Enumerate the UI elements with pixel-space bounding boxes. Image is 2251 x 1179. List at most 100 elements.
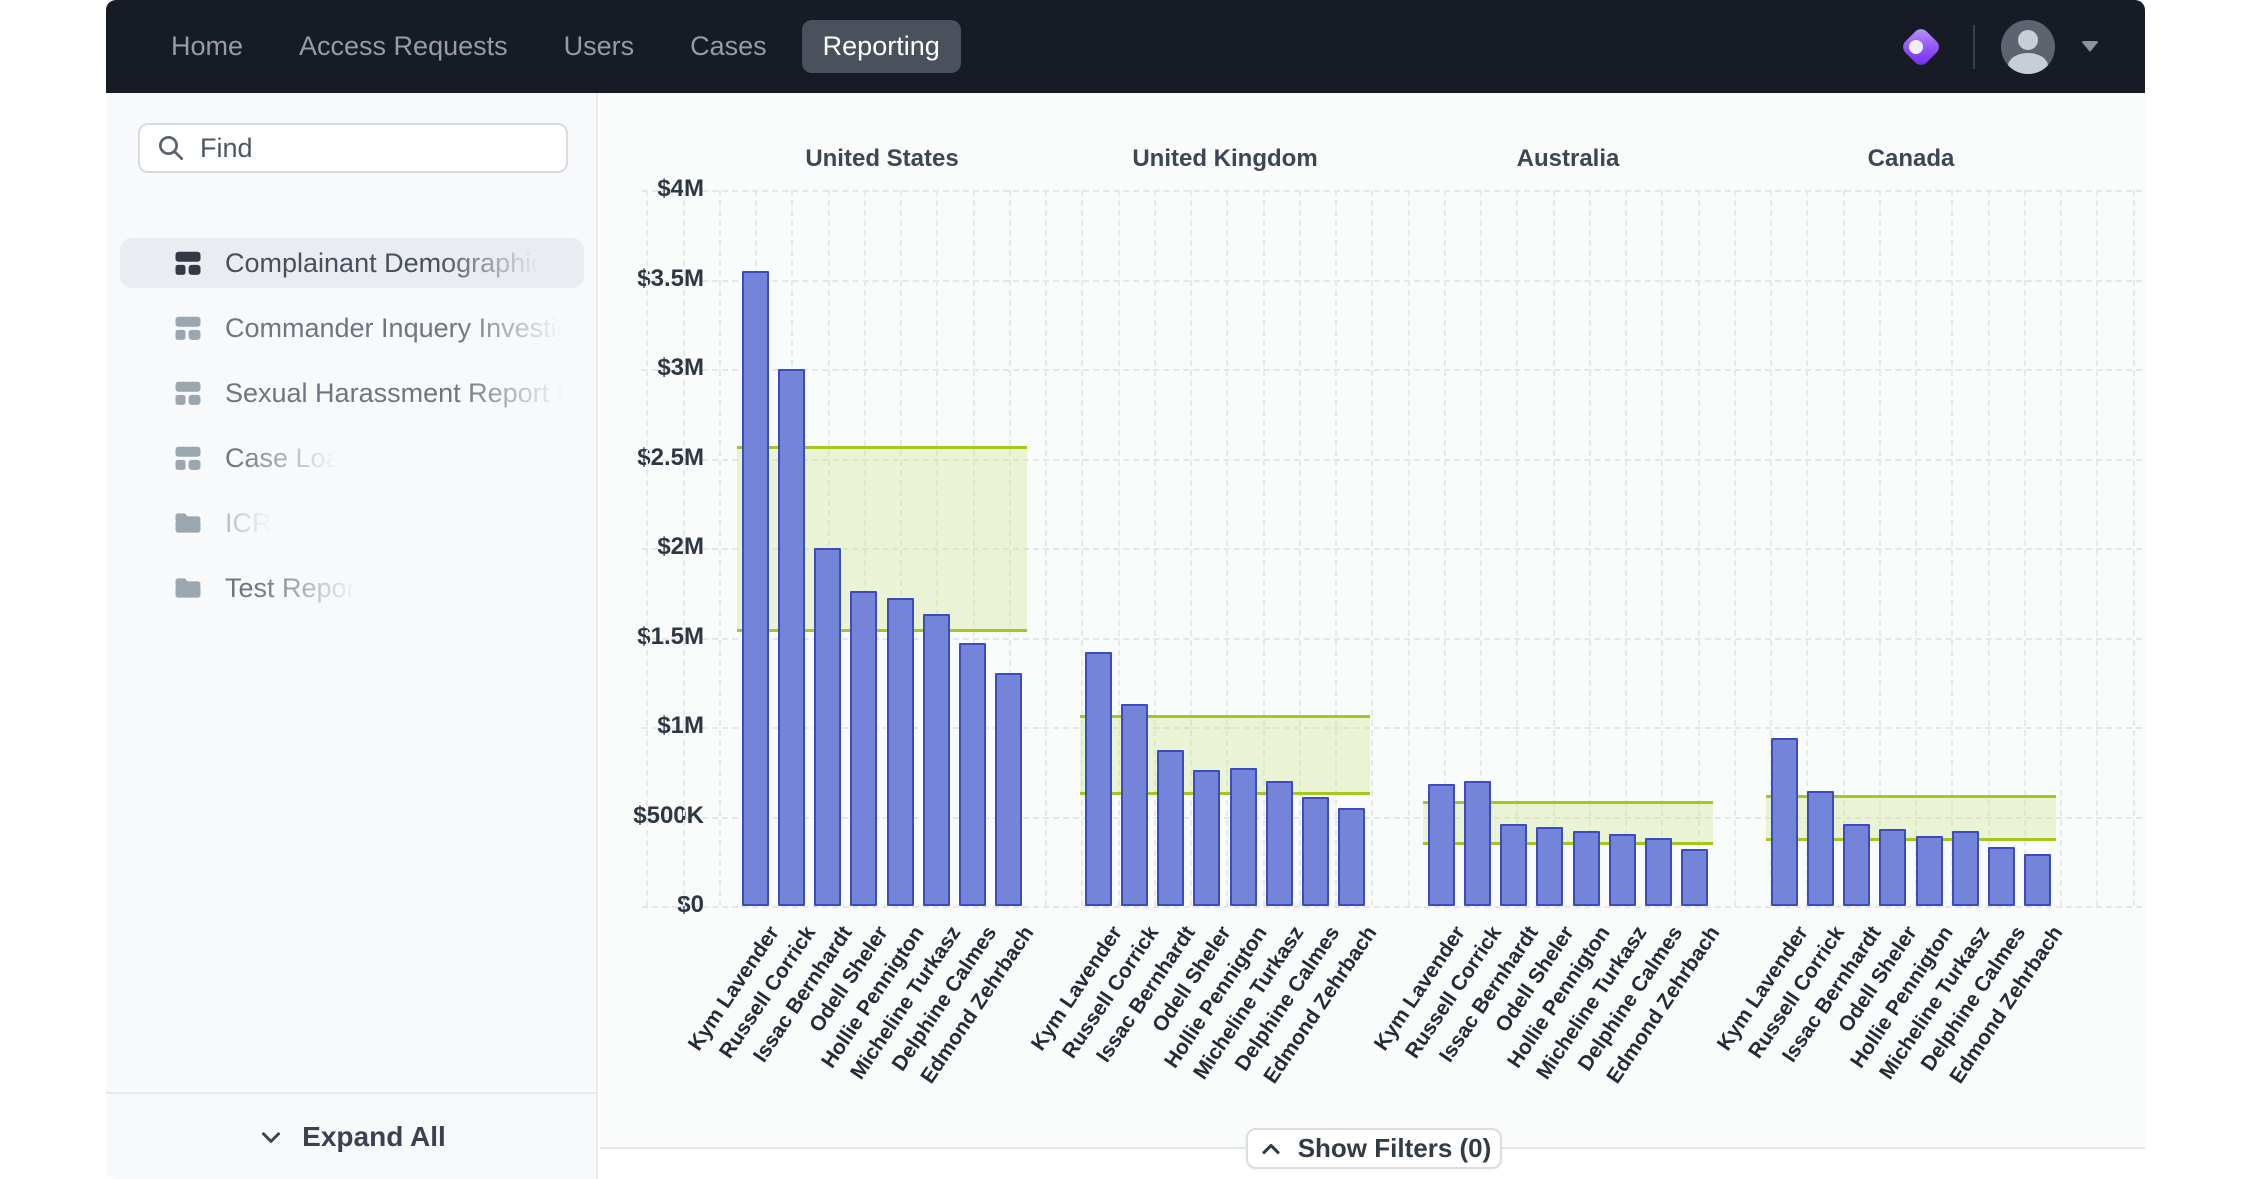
y-axis-tick-label: $500K (604, 802, 704, 830)
grid-line-vertical (1118, 190, 1120, 906)
report-dashboard-icon (173, 443, 203, 473)
user-avatar[interactable] (2001, 20, 2055, 74)
grid-line-vertical (719, 190, 721, 906)
nav-items: Home Access Requests Users Cases Reporti… (106, 20, 961, 73)
sidebar-item-label: ICRS (225, 508, 290, 539)
bar[interactable] (742, 271, 769, 906)
bar[interactable] (1121, 704, 1148, 906)
bar[interactable] (1952, 831, 1979, 906)
grid-line-vertical (2060, 190, 2062, 906)
grid-line-vertical (1734, 190, 1736, 906)
bar[interactable] (959, 643, 986, 906)
search-icon (156, 133, 186, 163)
label-fade (461, 378, 581, 409)
nav-item-reporting[interactable]: Reporting (802, 20, 961, 73)
bar[interactable] (1266, 781, 1293, 906)
sidebar-item-case-load[interactable]: Case Load (120, 433, 584, 483)
expand-all-label: Expand All (302, 1121, 446, 1153)
bar[interactable] (1302, 797, 1329, 906)
bar[interactable] (1338, 808, 1365, 906)
sidebar-item-label: Complainant Demographics (225, 248, 558, 279)
bar[interactable] (1807, 791, 1834, 906)
expand-all-button[interactable]: Expand All (106, 1092, 596, 1179)
bar[interactable] (1988, 847, 2015, 906)
bar[interactable] (995, 673, 1022, 906)
bar[interactable] (850, 591, 877, 906)
grid-line-vertical (1263, 190, 1265, 906)
group-title: United States (805, 145, 958, 173)
nav-item-access-requests[interactable]: Access Requests (278, 20, 529, 73)
report-list: Complainant Demographics Commander Inque… (120, 238, 584, 628)
sidebar-search[interactable] (138, 123, 568, 173)
nav-item-home[interactable]: Home (150, 20, 264, 73)
show-filters-button[interactable]: Show Filters (0) (1246, 1128, 1502, 1169)
group-title: Canada (1868, 145, 1955, 173)
bar[interactable] (1681, 849, 1708, 906)
report-canvas: $4M$3.5M$3M$2.5M$2M$1.5M$1M$500K$0United… (600, 93, 2145, 1179)
label-fade (225, 508, 290, 539)
bar[interactable] (1500, 824, 1527, 906)
grid-line-vertical (1299, 190, 1301, 906)
bar[interactable] (1843, 824, 1870, 906)
grid-line-vertical (1661, 190, 1663, 906)
bar[interactable] (2024, 854, 2051, 906)
chevron-up-icon (1257, 1135, 1285, 1163)
label-fade (257, 573, 377, 604)
y-axis-tick-label: $4M (604, 175, 704, 203)
bar[interactable] (1916, 836, 1943, 906)
bar[interactable] (1609, 834, 1636, 906)
folder-icon (173, 508, 203, 538)
grid-line-vertical (1698, 190, 1700, 906)
sidebar-item-complainant-demographics[interactable]: Complainant Demographics (120, 238, 584, 288)
label-fade (438, 248, 558, 279)
sidebar-item-sexual-harassment-report[interactable]: Sexual Harassment Report Da (120, 368, 584, 418)
bar[interactable] (1230, 768, 1257, 906)
bar[interactable] (1464, 781, 1491, 906)
y-axis-tick-label: $2M (604, 533, 704, 561)
grid-line-vertical (1335, 190, 1337, 906)
y-axis-tick-label: $3M (604, 354, 704, 382)
grid-line-vertical (1553, 190, 1555, 906)
bar[interactable] (1879, 829, 1906, 906)
search-input[interactable] (200, 133, 554, 164)
chevron-down-icon[interactable] (2081, 41, 2099, 52)
top-nav: Home Access Requests Users Cases Reporti… (106, 0, 2145, 93)
bar[interactable] (1536, 827, 1563, 906)
grid-line-vertical (1371, 190, 1373, 906)
y-axis-tick-label: $1.5M (604, 623, 704, 651)
nav-item-cases[interactable]: Cases (669, 20, 788, 73)
bar[interactable] (814, 548, 841, 906)
grid-line-vertical (2096, 190, 2098, 906)
avatar-head (2018, 30, 2038, 50)
sidebar-item-commander-inquery-investigation[interactable]: Commander Inquery Investiga (120, 303, 584, 353)
grid-line-horizontal (642, 906, 2142, 908)
bar[interactable] (923, 614, 950, 906)
bar[interactable] (1157, 750, 1184, 906)
grid-line-vertical (1408, 190, 1410, 906)
grid-line-vertical (646, 190, 648, 906)
bar[interactable] (1428, 784, 1455, 906)
bar[interactable] (778, 369, 805, 906)
grid-line-vertical (1154, 190, 1156, 906)
sidebar: Complainant Demographics Commander Inque… (106, 93, 598, 1179)
app-logo-diamond-icon (1895, 21, 1947, 73)
grid-line-vertical (1190, 190, 1192, 906)
report-dashboard-icon (173, 378, 203, 408)
nav-item-users[interactable]: Users (543, 20, 656, 73)
grid-line-vertical (1081, 190, 1083, 906)
bar[interactable] (1771, 738, 1798, 906)
grid-line-vertical (1589, 190, 1591, 906)
sidebar-item-test-reports[interactable]: Test Reports (120, 563, 584, 613)
avatar-shoulders (2008, 53, 2048, 74)
grouped-bar-chart: $4M$3.5M$3M$2.5M$2M$1.5M$1M$500K$0United… (600, 93, 2145, 1147)
sidebar-item-icrs[interactable]: ICRS (120, 498, 584, 548)
report-dashboard-icon (173, 313, 203, 343)
bar[interactable] (1573, 831, 1600, 906)
bar[interactable] (1085, 652, 1112, 906)
bar[interactable] (1645, 838, 1672, 906)
bar[interactable] (887, 598, 914, 906)
grid-line-vertical (1226, 190, 1228, 906)
sidebar-item-label: Test Reports (225, 573, 377, 604)
bar[interactable] (1193, 770, 1220, 906)
nav-right-cluster (1895, 20, 2145, 74)
